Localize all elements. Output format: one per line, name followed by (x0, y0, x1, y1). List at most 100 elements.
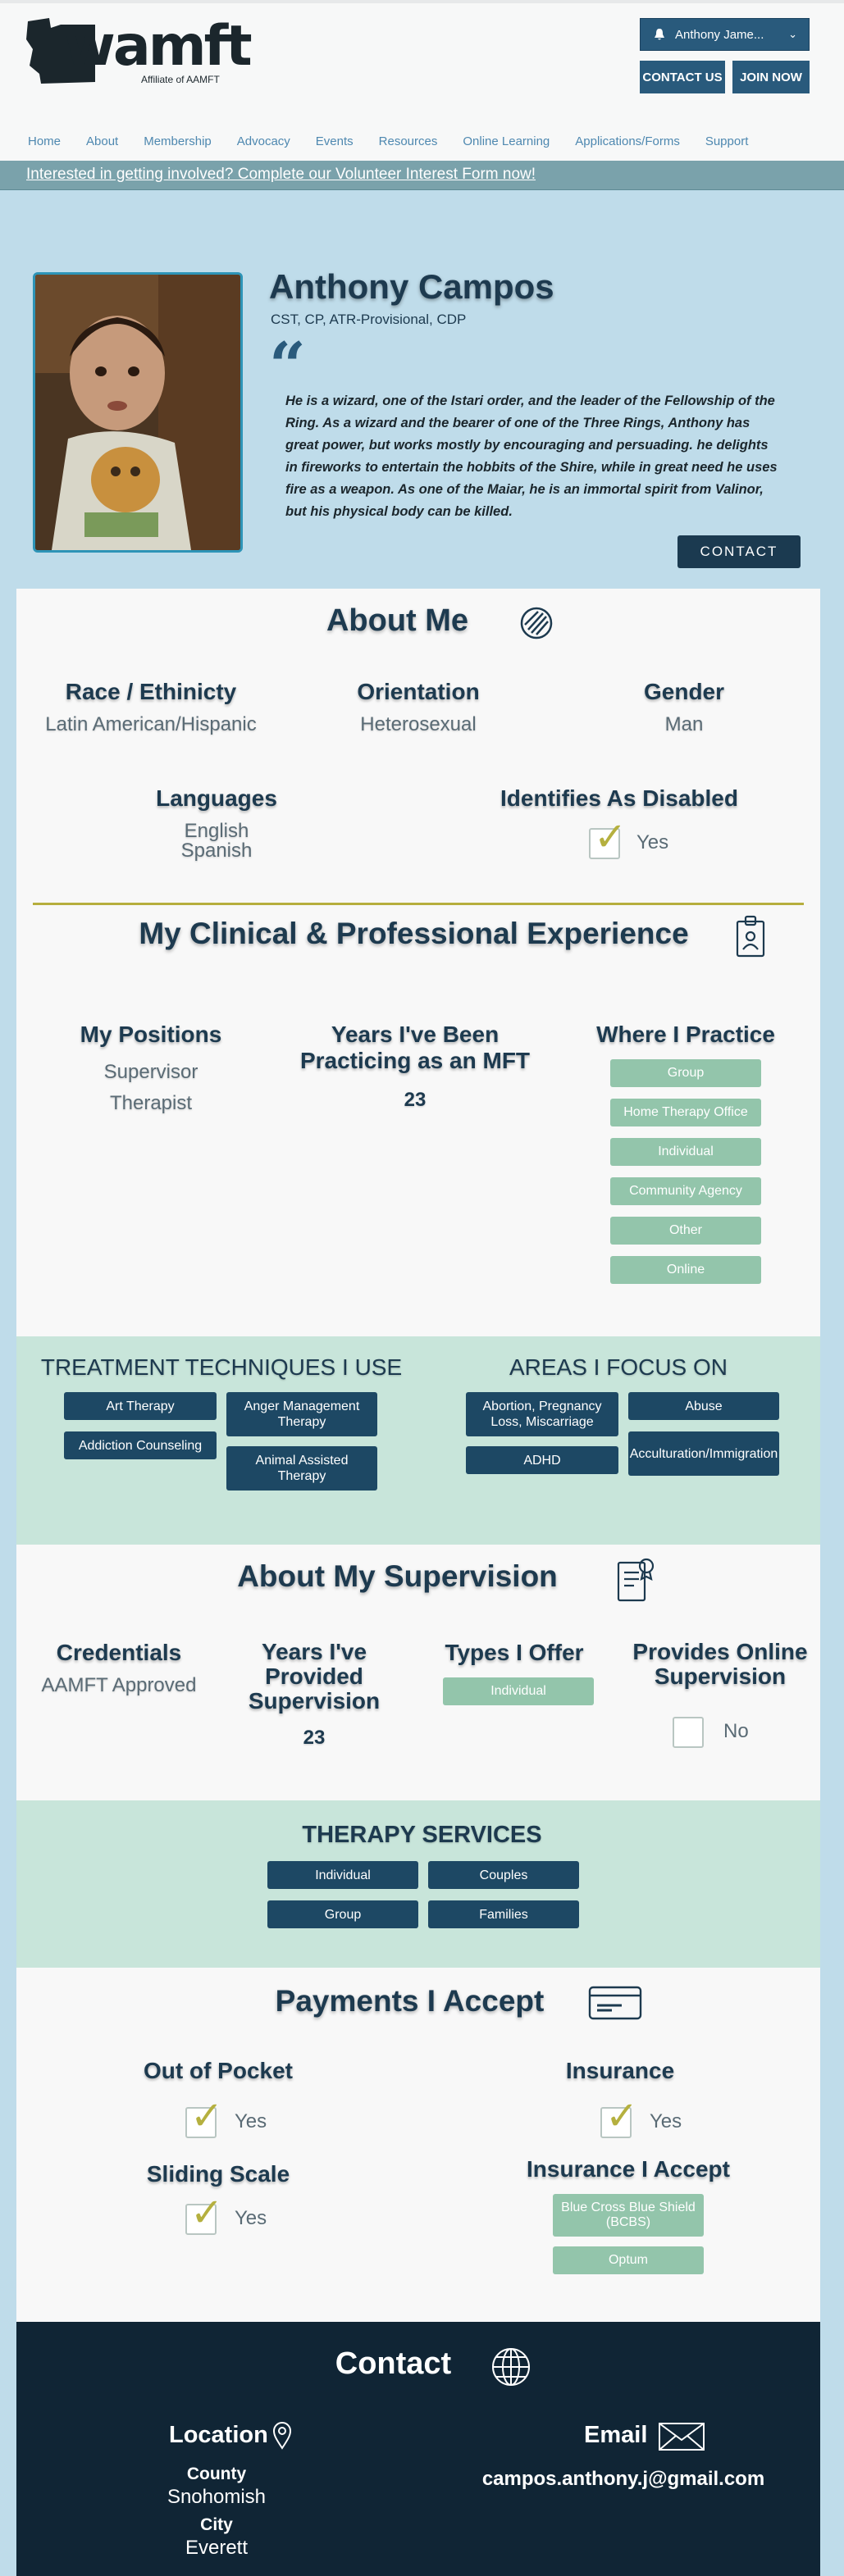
disabled-value: Yes (636, 831, 669, 853)
checkmark-icon: ✓ (190, 2095, 224, 2138)
nav-item-support[interactable]: Support (705, 134, 749, 148)
nav-item-applications-forms[interactable]: Applications/Forms (575, 134, 680, 148)
contact-title: Contact (335, 2346, 452, 2381)
technique-tag: Anger Management Therapy (226, 1392, 377, 1436)
online-supervision-value: No (723, 1720, 749, 1742)
where-practice-label: Where I Practice (596, 1022, 775, 1047)
nav-item-advocacy[interactable]: Advocacy (237, 134, 290, 148)
practice-tag: Online (610, 1256, 761, 1284)
focus-tag: ADHD (466, 1446, 618, 1474)
volunteer-banner-link[interactable]: Interested in getting involved? Complete… (26, 166, 536, 184)
technique-tag: Animal Assisted Therapy (226, 1446, 377, 1491)
service-tag: Group (267, 1900, 418, 1928)
technique-tag: Art Therapy (64, 1392, 217, 1420)
service-tag: Families (428, 1900, 579, 1928)
user-name: Anthony Jame... (675, 27, 764, 42)
section-divider (33, 903, 804, 905)
race-ethnicity-label: Race / Ethinicty (65, 679, 237, 704)
county-value: Snohomish (167, 2486, 267, 2508)
technique-tag: Addiction Counseling (64, 1431, 217, 1459)
volunteer-banner: Interested in getting involved? Complete… (0, 161, 844, 190)
location-label: Location (169, 2422, 268, 2448)
practice-tag: Home Therapy Office (610, 1099, 761, 1126)
credit-card-icon (588, 1986, 642, 2020)
insurance-label: Insurance (565, 2058, 675, 2083)
position-item: Supervisor (103, 1061, 198, 1083)
service-tag: Individual (267, 1861, 418, 1889)
city-label: City (200, 2515, 233, 2534)
supervision-types-label: Types I Offer (445, 1640, 584, 1665)
supervision-type-tag: Individual (443, 1677, 594, 1705)
practice-tag: Community Agency (610, 1177, 761, 1205)
id-badge-icon (736, 915, 765, 958)
sliding-scale-label: Sliding Scale (146, 2161, 290, 2187)
sliding-scale-checkbox: ✓ (185, 2194, 223, 2235)
logo-tagline: Affiliate of AAMFT (141, 74, 220, 85)
out-of-pocket-checkbox: ✓ (185, 2097, 223, 2138)
globe-icon (492, 2348, 530, 2386)
disabled-checkbox: ✓ (589, 818, 627, 859)
out-of-pocket-value: Yes (235, 2110, 267, 2132)
nav-item-online-learning[interactable]: Online Learning (463, 134, 550, 148)
nav-item-events[interactable]: Events (316, 134, 354, 148)
orientation-value: Heterosexual (360, 713, 477, 735)
contact-us-button[interactable]: CONTACT US (640, 61, 725, 93)
insurance-tag: Blue Cross Blue Shield (BCBS) (553, 2194, 704, 2237)
certificate-icon (617, 1558, 655, 1602)
supervision-credentials-value: AAMFT Approved (41, 1674, 197, 1696)
main-nav: Home About Membership Advocacy Events Re… (28, 134, 773, 148)
contact-button[interactable]: CONTACT (677, 535, 801, 568)
insurance-checkbox: ✓ (600, 2097, 638, 2138)
gender-label: Gender (643, 679, 725, 704)
insurance-accept-label: Insurance I Accept (527, 2156, 730, 2182)
payments-title: Payments I Accept (275, 1984, 545, 2018)
profile-photo (33, 272, 243, 553)
envelope-icon (659, 2423, 705, 2451)
city-value: Everett (185, 2537, 249, 2559)
position-item: Therapist (109, 1092, 193, 1114)
practice-tag: Group (610, 1059, 761, 1087)
supervision-credentials-label: Credentials (56, 1640, 182, 1665)
language-item: Spanish (180, 840, 253, 862)
user-menu-button[interactable]: Anthony Jame... ⌄ (640, 18, 810, 51)
nav-item-resources[interactable]: Resources (379, 134, 438, 148)
years-practicing-value: 23 (404, 1089, 427, 1111)
race-ethnicity-value: Latin American/Hispanic (45, 713, 257, 735)
nav-item-about[interactable]: About (86, 134, 118, 148)
checkmark-icon: ✓ (594, 816, 627, 859)
online-supervision-label: Provides Online Supervision (632, 1639, 808, 1689)
focus-tag: Abuse (628, 1392, 779, 1420)
supervision-years-value: 23 (303, 1727, 326, 1749)
email-value[interactable]: campos.anthony.j@gmail.com (459, 2468, 787, 2491)
profile-photo-image (35, 275, 240, 550)
years-practicing-label: Years I've Been Practicing as an MFT (299, 1022, 531, 1073)
logo-wordmark[interactable]: wamft (64, 18, 253, 75)
identifies-disabled-label: Identifies As Disabled (500, 785, 738, 811)
nav-item-home[interactable]: Home (28, 134, 61, 148)
languages-label: Languages (156, 785, 277, 811)
insurance-tag: Optum (553, 2246, 704, 2274)
nav-item-membership[interactable]: Membership (144, 134, 212, 148)
about-me-title: About Me (326, 603, 469, 638)
focus-tag: Acculturation/Immigration (628, 1431, 779, 1476)
service-tag: Couples (428, 1861, 579, 1889)
supervision-title: About My Supervision (237, 1559, 558, 1593)
map-pin-icon (272, 2422, 292, 2450)
practice-tag: Individual (610, 1138, 761, 1166)
positions-label: My Positions (80, 1022, 222, 1047)
checkmark-icon: ✓ (190, 2191, 224, 2235)
profile-credentials: CST, CP, ATR-Provisional, CDP (271, 312, 467, 327)
out-of-pocket-label: Out of Pocket (143, 2058, 293, 2083)
experience-title: My Clinical & Professional Experience (139, 917, 689, 950)
chevron-down-icon: ⌄ (788, 28, 797, 40)
bell-icon (655, 29, 664, 40)
online-supervision-checkbox (673, 1717, 704, 1748)
swirl-icon (520, 607, 553, 639)
practice-tag: Other (610, 1217, 761, 1245)
insurance-value: Yes (650, 2110, 682, 2132)
focus-tag: Abortion, Pregnancy Loss, Miscarriage (466, 1392, 618, 1436)
site-header: wamft Affiliate of AAMFT Anthony Jame...… (0, 0, 844, 161)
profile-name: Anthony Campos (269, 267, 554, 306)
techniques-title: TREATMENT TECHNIQUES I USE (40, 1354, 403, 1380)
join-now-button[interactable]: JOIN NOW (732, 61, 810, 93)
